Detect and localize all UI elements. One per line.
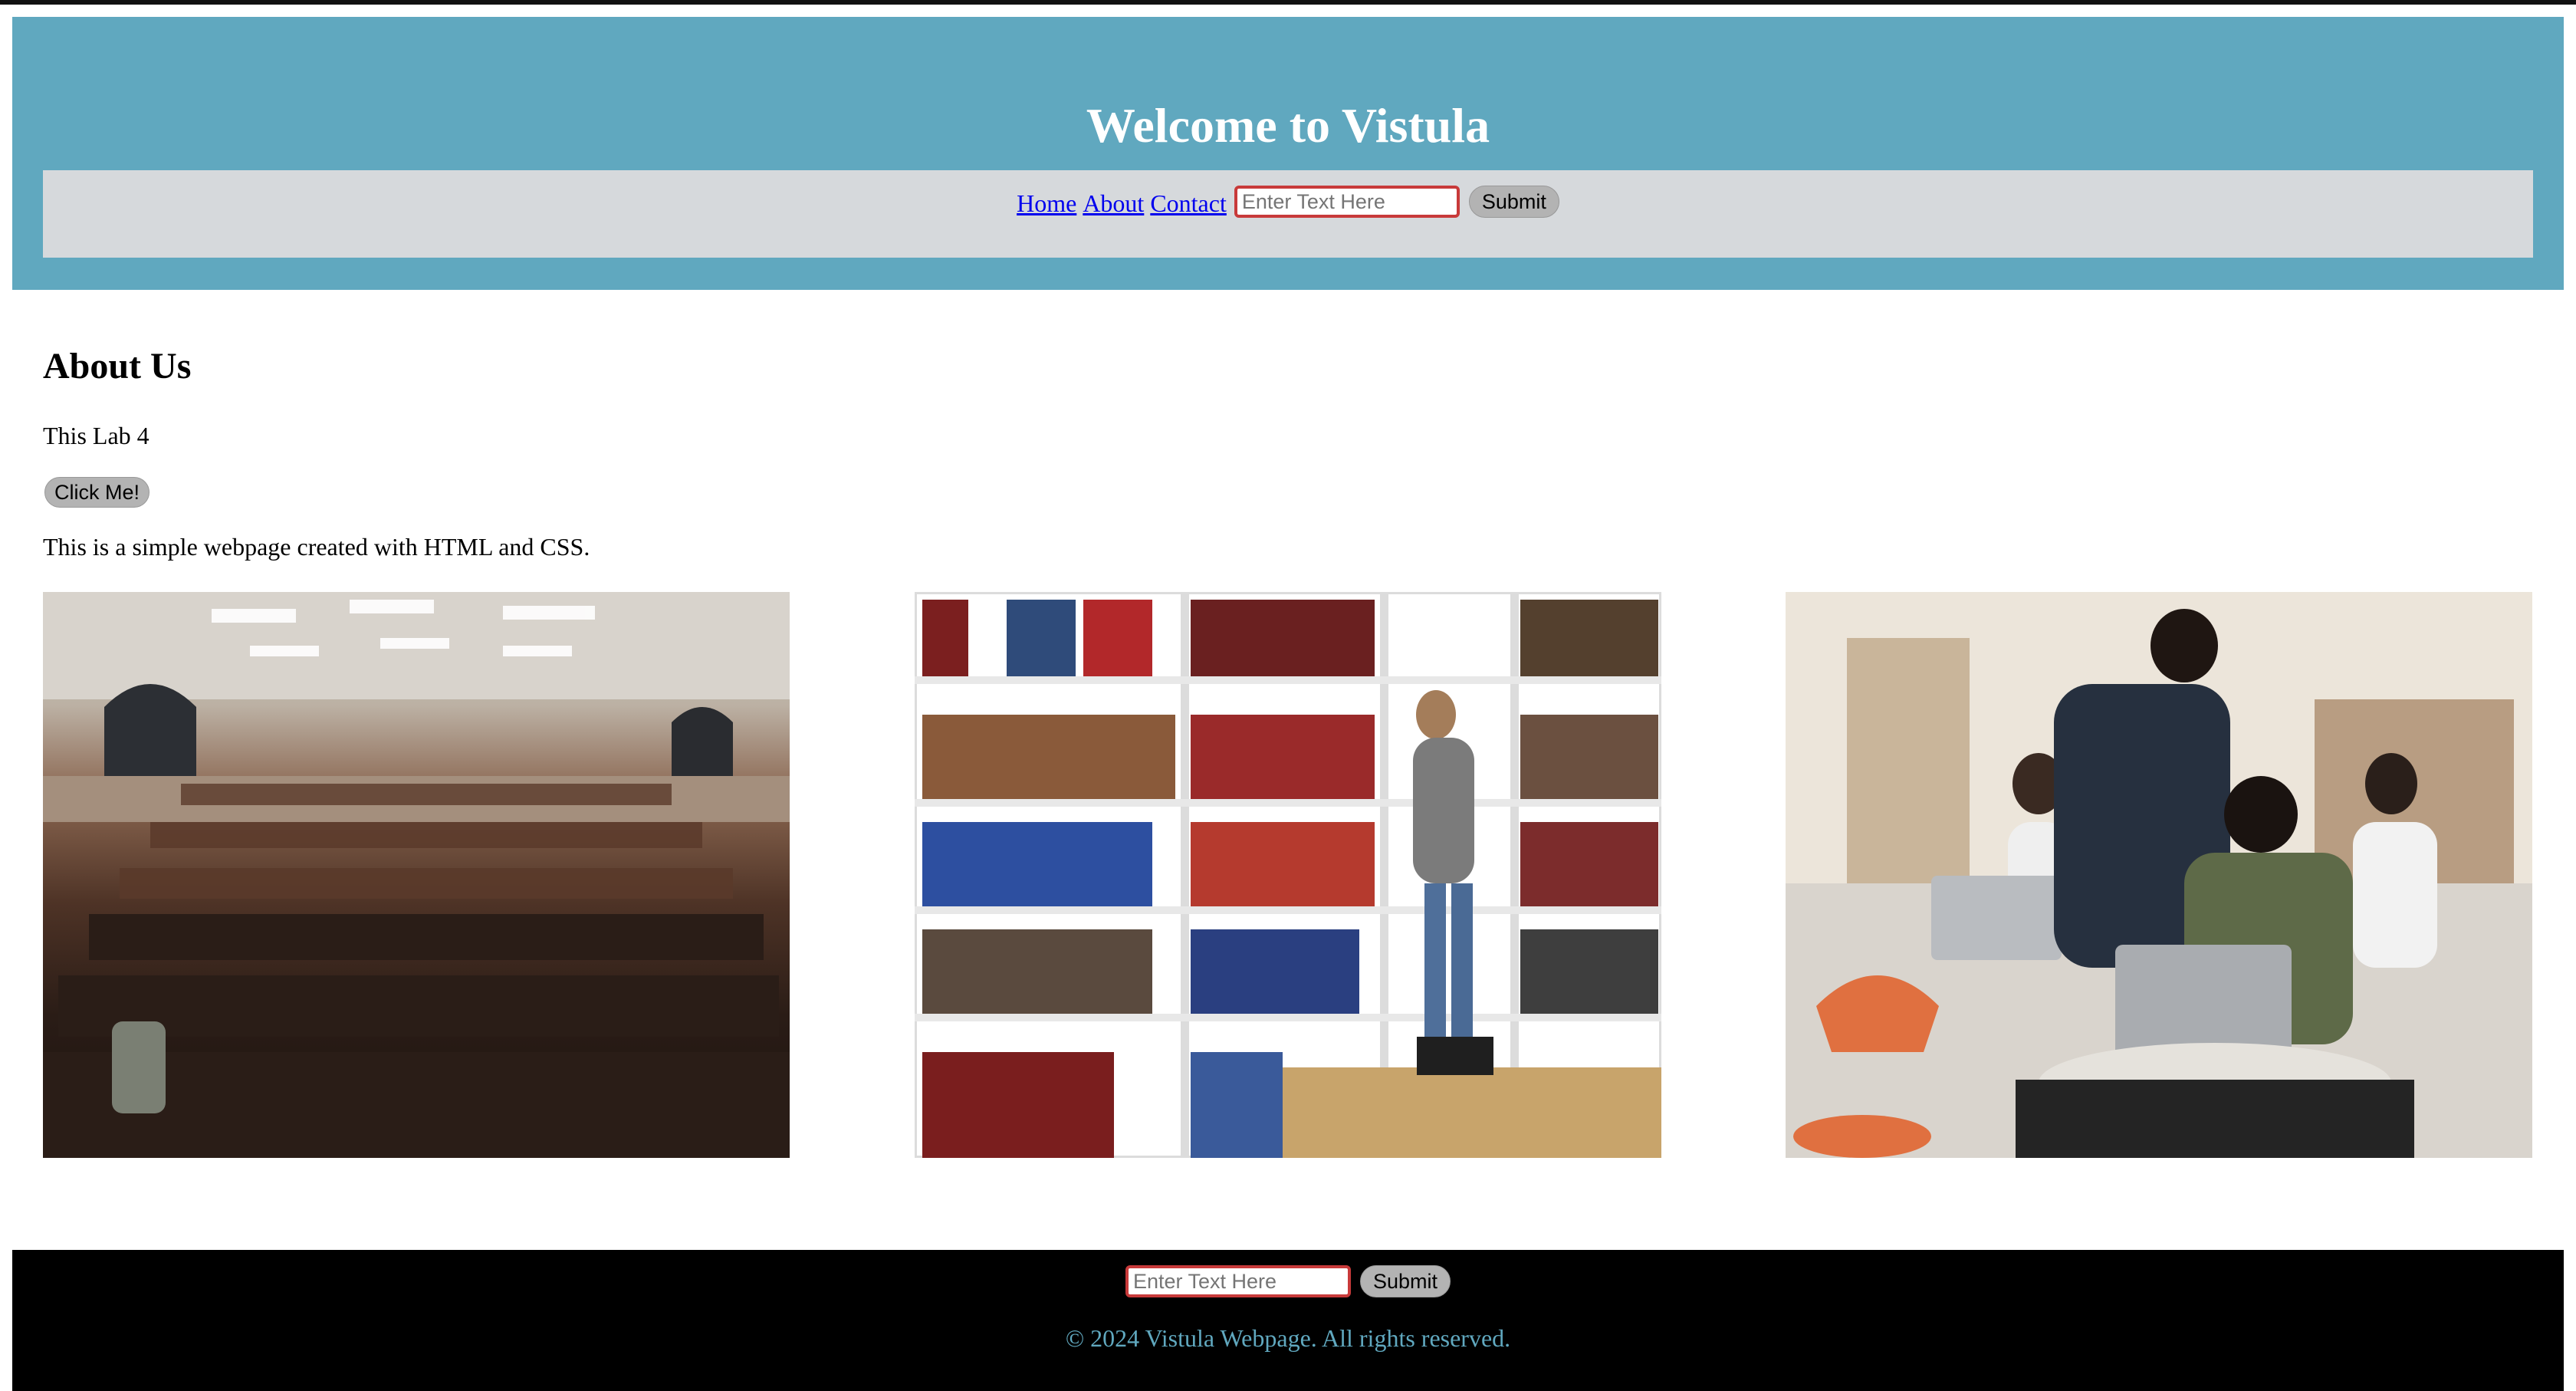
footer-text-input[interactable] <box>1125 1265 1351 1297</box>
site-header: Welcome to Vistula Home About Contact Su… <box>12 17 2564 290</box>
footer-submit-button[interactable]: Submit <box>1359 1265 1451 1297</box>
site-footer: Submit © 2024 Vistula Webpage. All right… <box>12 1250 2564 1391</box>
top-border <box>0 0 2576 5</box>
nav-bar: Home About Contact Submit <box>43 170 2533 258</box>
description-text: This is a simple webpage created with HT… <box>43 533 590 561</box>
students-laptops-photo <box>1786 592 2532 1158</box>
nav-link-about[interactable]: About <box>1083 186 1144 221</box>
nav-link-home[interactable]: Home <box>1017 186 1076 221</box>
students-illustration <box>1786 592 2532 1158</box>
nav-link-contact[interactable]: Contact <box>1150 186 1227 221</box>
copyright-text: © 2024 Vistula Webpage. All rights reser… <box>1065 1324 1511 1352</box>
lecture-hall-photo <box>43 592 790 1158</box>
about-heading: About Us <box>43 346 192 386</box>
library-illustration <box>915 592 1661 1158</box>
lab-text: This Lab 4 <box>43 422 150 449</box>
library-bookshelf-photo <box>915 592 1661 1158</box>
click-me-button[interactable]: Click Me! <box>44 477 150 508</box>
nav-submit-button[interactable]: Submit <box>1468 186 1559 218</box>
lecture-hall-illustration <box>43 592 790 1158</box>
nav-text-input[interactable] <box>1234 186 1460 218</box>
footer-form: Submit <box>12 1265 2564 1297</box>
page-title: Welcome to Vistula <box>1086 98 1490 153</box>
